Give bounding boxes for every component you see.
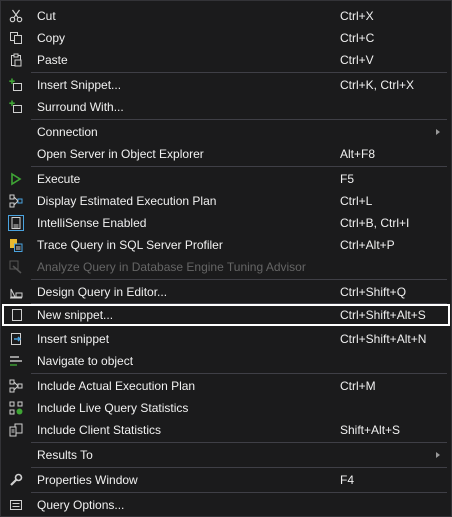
menu-label: Cut — [37, 9, 56, 23]
menu-label: Insert Snippet... — [37, 78, 122, 92]
insert-snippet-icon — [8, 77, 24, 93]
menu-item-include-client-stats[interactable]: Include Client Statistics Shift+Alt+S — [1, 419, 451, 441]
menu-label: Navigate to object — [37, 354, 134, 368]
tuning-advisor-icon — [8, 259, 24, 275]
intellisense-icon — [8, 215, 24, 231]
surround-with-icon — [8, 99, 24, 115]
paste-icon — [8, 52, 24, 68]
menu-item-include-live-stats[interactable]: Include Live Query Statistics — [1, 397, 451, 419]
menu-label: IntelliSense Enabled — [37, 216, 147, 230]
profiler-icon — [8, 237, 24, 253]
menu-shortcut: Ctrl+Shift+Alt+S — [340, 308, 426, 322]
menu-item-query-options[interactable]: Query Options... — [1, 494, 451, 516]
menu-label: Include Client Statistics — [37, 423, 162, 437]
menu-item-cut[interactable]: Cut Ctrl+X — [1, 5, 451, 27]
menu-item-intellisense[interactable]: IntelliSense Enabled Ctrl+B, Ctrl+I — [1, 212, 451, 234]
menu-label: Analyze Query in Database Engine Tuning … — [37, 260, 306, 274]
menu-shortcut: Ctrl+Shift+Alt+N — [340, 332, 427, 346]
wrench-icon — [8, 472, 24, 488]
submenu-arrow-icon — [436, 452, 440, 458]
menu-label: Surround With... — [37, 100, 124, 114]
menu-item-new-snippet[interactable]: New snippet... Ctrl+Shift+Alt+S — [2, 304, 450, 326]
menu-item-results-to[interactable]: Results To — [1, 444, 451, 466]
menu-label: Results To — [37, 448, 93, 462]
menu-separator — [31, 166, 447, 167]
menu-separator — [31, 442, 447, 443]
menu-label: Execute — [37, 172, 81, 186]
menu-separator — [31, 373, 447, 374]
insert-snippet-2-icon — [8, 331, 24, 347]
live-stats-icon — [8, 400, 24, 416]
menu-shortcut: Shift+Alt+S — [340, 423, 401, 437]
menu-item-include-actual-plan[interactable]: Include Actual Execution Plan Ctrl+M — [1, 375, 451, 397]
menu-separator — [31, 492, 447, 493]
menu-label: Open Server in Object Explorer — [37, 147, 204, 161]
menu-item-insert-snippet-2[interactable]: Insert snippet Ctrl+Shift+Alt+N — [1, 328, 451, 350]
design-query-icon — [8, 284, 24, 300]
menu-item-design-query[interactable]: Design Query in Editor... Ctrl+Shift+Q — [1, 281, 451, 303]
menu-label: Properties Window — [37, 473, 138, 487]
menu-shortcut: Ctrl+V — [340, 53, 374, 67]
menu-item-analyze-query: Analyze Query in Database Engine Tuning … — [1, 256, 451, 278]
menu-separator — [31, 467, 447, 468]
menu-label: Query Options... — [37, 498, 125, 512]
query-options-icon — [8, 497, 24, 513]
menu-label: New snippet... — [37, 308, 114, 322]
copy-icon — [8, 30, 24, 46]
menu-label: Include Actual Execution Plan — [37, 379, 196, 393]
execution-plan-icon — [8, 193, 24, 209]
menu-item-connection[interactable]: Connection — [1, 121, 451, 143]
menu-separator — [31, 279, 447, 280]
menu-shortcut: Alt+F8 — [340, 147, 376, 161]
menu-label: Insert snippet — [37, 332, 110, 346]
play-icon — [8, 171, 24, 187]
menu-label: Trace Query in SQL Server Profiler — [37, 238, 223, 252]
menu-shortcut: Ctrl+K, Ctrl+X — [340, 78, 415, 92]
submenu-arrow-icon — [436, 129, 440, 135]
menu-shortcut: Ctrl+Shift+Q — [340, 285, 407, 299]
menu-shortcut: Ctrl+C — [340, 31, 375, 45]
menu-separator — [31, 119, 447, 120]
menu-shortcut: Ctrl+X — [340, 9, 374, 23]
menu-shortcut: Ctrl+Alt+P — [340, 238, 395, 252]
menu-item-surround-with[interactable]: Surround With... — [1, 96, 451, 118]
menu-label: Paste — [37, 53, 68, 67]
client-stats-icon — [8, 422, 24, 438]
menu-shortcut: F4 — [340, 473, 355, 487]
actual-plan-icon — [8, 378, 24, 394]
menu-item-execute[interactable]: Execute F5 — [1, 168, 451, 190]
menu-item-display-estimated-plan[interactable]: Display Estimated Execution Plan Ctrl+L — [1, 190, 451, 212]
menu-item-navigate-to-object[interactable]: Navigate to object — [1, 350, 451, 372]
menu-item-trace-query[interactable]: Trace Query in SQL Server Profiler Ctrl+… — [1, 234, 451, 256]
menu-label: Include Live Query Statistics — [37, 401, 189, 415]
menu-item-insert-snippet[interactable]: Insert Snippet... Ctrl+K, Ctrl+X — [1, 74, 451, 96]
new-snippet-icon — [9, 307, 25, 323]
menu-item-paste[interactable]: Paste Ctrl+V — [1, 49, 451, 71]
scissors-icon — [8, 8, 24, 24]
menu-item-open-server[interactable]: Open Server in Object Explorer Alt+F8 — [1, 143, 451, 165]
editor-context-menu: Cut Ctrl+X Copy Ctrl+C Paste Ctrl+V Inse… — [0, 0, 452, 517]
menu-label: Connection — [37, 125, 98, 139]
navigate-icon — [8, 353, 24, 369]
menu-shortcut: Ctrl+M — [340, 379, 376, 393]
menu-label: Display Estimated Execution Plan — [37, 194, 217, 208]
menu-separator — [31, 72, 447, 73]
menu-item-copy[interactable]: Copy Ctrl+C — [1, 27, 451, 49]
menu-item-properties-window[interactable]: Properties Window F4 — [1, 469, 451, 491]
menu-shortcut: Ctrl+L — [340, 194, 373, 208]
menu-shortcut: Ctrl+B, Ctrl+I — [340, 216, 410, 230]
menu-label: Design Query in Editor... — [37, 285, 168, 299]
menu-shortcut: F5 — [340, 172, 355, 186]
menu-label: Copy — [37, 31, 66, 45]
